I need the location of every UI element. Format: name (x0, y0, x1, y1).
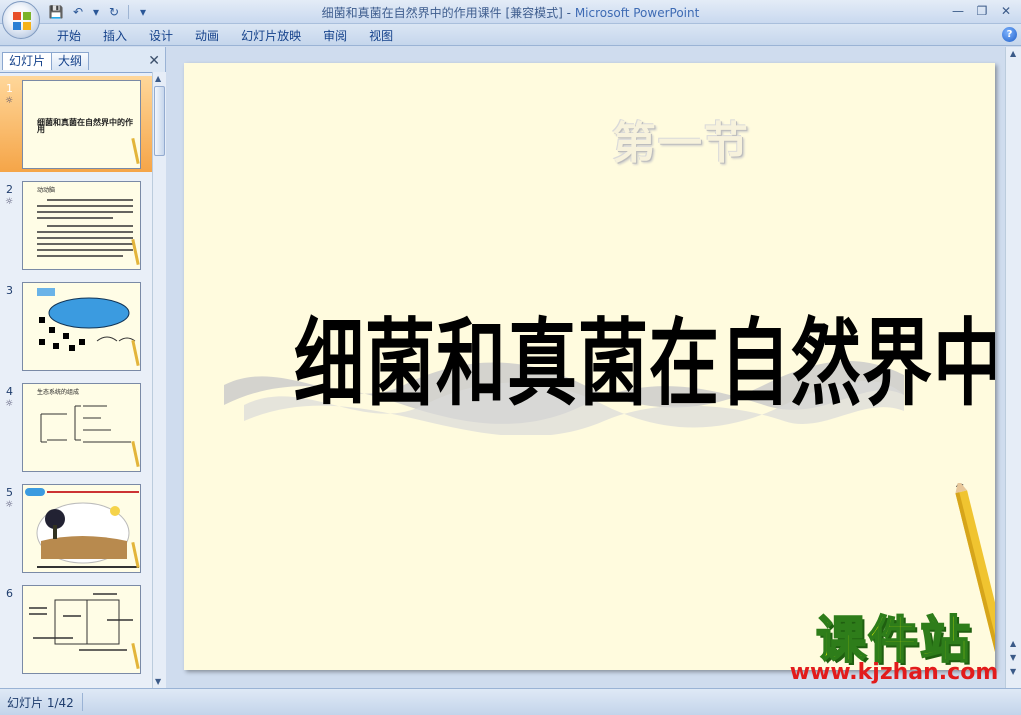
office-logo-icon (13, 12, 31, 30)
maximize-button[interactable]: ❐ (971, 3, 993, 19)
thumbnail-preview (22, 282, 141, 371)
tab-design[interactable]: 设计 (138, 27, 184, 45)
app-name: Microsoft PowerPoint (574, 6, 700, 20)
slide-thumbnail-4[interactable]: 4 ☼ 生态系统的组成 (0, 379, 152, 475)
tab-insert[interactable]: 插入 (92, 27, 138, 45)
slide-number: 3 (6, 284, 13, 297)
tab-view[interactable]: 视图 (358, 27, 404, 45)
slide-editor: 第一节 细菌和真菌在自然界中的作用 ▲ ▲ ▼ ▼ (170, 47, 1021, 688)
slide-thumbnail-5[interactable]: 5 ☼ (0, 480, 152, 576)
pane-tabs: 幻灯片 大纲 ✕ (0, 50, 166, 70)
scroll-down-icon[interactable]: ▼ (155, 677, 161, 686)
thumbnail-preview: 动动脑 (22, 181, 141, 270)
thumbnail-list: 1 ☼ 细菌和真菌在自然界中的作用 2 ☼ 动动脑 3 4 ☼ 生态系统的组成 … (0, 72, 152, 688)
slide-thumbnail-6[interactable]: 6 (0, 581, 152, 677)
animation-star-icon: ☼ (5, 197, 14, 207)
current-slide[interactable]: 第一节 细菌和真菌在自然界中的作用 (184, 63, 995, 670)
thumbnail-preview: 生态系统的组成 (22, 383, 141, 472)
ribbon-tabs: 开始 插入 设计 动画 幻灯片放映 审阅 视图 (46, 27, 404, 45)
thumbnail-preview (22, 585, 141, 674)
slide-title[interactable]: 细菌和真菌在自然界中的作用 (294, 288, 995, 424)
thumbnail-illustration (25, 488, 139, 568)
slide-scrollbar[interactable]: ▲ ▲ ▼ ▼ (1005, 47, 1021, 688)
scroll-up-icon[interactable]: ▲ (155, 74, 161, 83)
scrollbar-thumb[interactable] (154, 86, 165, 156)
slide-thumbnail-2[interactable]: 2 ☼ 动动脑 (0, 177, 152, 273)
thumbnail-graphics (37, 288, 136, 351)
tab-review[interactable]: 审阅 (312, 27, 358, 45)
tab-outline[interactable]: 大纲 (51, 52, 90, 70)
slide-number: 6 (6, 587, 13, 600)
thumbnail-preview: 细菌和真菌在自然界中的作用 (22, 80, 141, 169)
watermark: 课件站 www.kjzhan.com (774, 611, 1014, 685)
window-controls: — ❐ ✕ (947, 3, 1017, 19)
slide-number: 1 (6, 82, 13, 95)
thumbnail-cycle-diagram (29, 593, 133, 651)
tab-slideshow[interactable]: 幻灯片放映 (230, 27, 312, 45)
window-title: 细菌和真菌在自然界中的作用课件 [兼容模式] - Microsoft Power… (0, 4, 1021, 21)
thumbnail-title: 细菌和真菌在自然界中的作用 (37, 118, 133, 134)
tab-slides[interactable]: 幻灯片 (2, 52, 53, 70)
animation-star-icon: ☼ (5, 399, 14, 409)
status-bar: 幻灯片 1/42 (0, 688, 1021, 715)
animation-star-icon: ☼ (5, 96, 14, 106)
title-separator: - (562, 6, 575, 20)
office-button[interactable] (2, 1, 40, 39)
tab-animations[interactable]: 动画 (184, 27, 230, 45)
help-icon[interactable]: ? (1002, 27, 1017, 42)
slide-number: 4 (6, 385, 13, 398)
thumbnail-scrollbar[interactable]: ▲ ▼ (152, 72, 166, 688)
close-button[interactable]: ✕ (995, 3, 1017, 19)
slide-thumbnail-1[interactable]: 1 ☼ 细菌和真菌在自然界中的作用 (0, 76, 152, 172)
minimize-button[interactable]: — (947, 3, 969, 19)
thumbnail-diagram (40, 405, 131, 443)
watermark-url: www.kjzhan.com (789, 660, 999, 685)
pane-close-icon[interactable]: ✕ (148, 53, 160, 69)
slide-number: 5 (6, 486, 13, 499)
slide-thumbnail-3[interactable]: 3 (0, 278, 152, 374)
status-divider (82, 693, 83, 711)
slides-pane: 幻灯片 大纲 ✕ 1 ☼ 细菌和真菌在自然界中的作用 2 ☼ 动动脑 3 4 ☼… (0, 47, 166, 688)
slide-number: 2 (6, 183, 13, 196)
thumbnail-text-lines (37, 199, 133, 257)
slide-indicator: 幻灯片 1/42 (7, 696, 74, 710)
scroll-up-icon[interactable]: ▲ (1010, 49, 1016, 58)
document-title: 细菌和真菌在自然界中的作用课件 [兼容模式] (321, 6, 563, 20)
animation-star-icon: ☼ (5, 500, 14, 510)
title-bar: 💾 ↶ ▾ ↻ ▾ 细菌和真菌在自然界中的作用课件 [兼容模式] - Micro… (0, 0, 1021, 39)
thumbnail-preview (22, 484, 141, 573)
slide-subtitle[interactable]: 第一节 (612, 107, 750, 171)
ribbon-tab-bar: 开始 插入 设计 动画 幻灯片放映 审阅 视图 ? (0, 24, 1021, 46)
tab-home[interactable]: 开始 (46, 27, 92, 45)
pencil-icon (131, 137, 140, 165)
